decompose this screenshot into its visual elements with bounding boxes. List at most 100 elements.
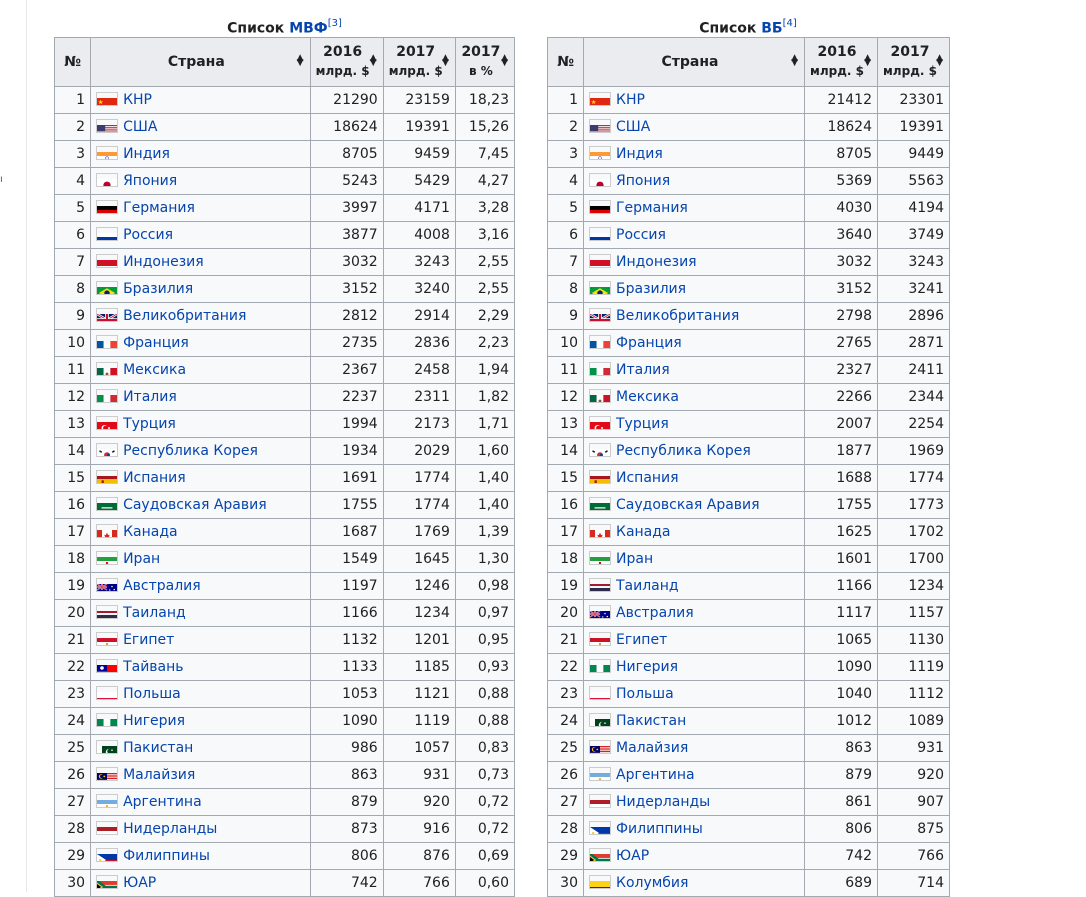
country-link[interactable]: Египет xyxy=(616,632,667,648)
country-link[interactable]: Мексика xyxy=(616,389,679,405)
flag-jp-icon[interactable] xyxy=(589,173,611,187)
country-link[interactable]: КНР xyxy=(123,92,152,108)
country-link[interactable]: Великобритания xyxy=(616,308,739,324)
flag-ng-icon[interactable] xyxy=(589,659,611,673)
country-link[interactable]: Аргентина xyxy=(123,794,202,810)
wb-header-2017[interactable]: 2017млрд. $▲▼ xyxy=(878,38,950,87)
country-link[interactable]: Франция xyxy=(616,335,682,351)
country-link[interactable]: Индонезия xyxy=(616,254,697,270)
flag-ru-icon[interactable] xyxy=(589,227,611,241)
flag-nl-icon[interactable] xyxy=(96,821,118,835)
country-link[interactable]: Нигерия xyxy=(616,659,678,675)
sort-icon[interactable]: ▲▼ xyxy=(864,56,871,66)
wb-header-rank[interactable]: № xyxy=(548,38,584,87)
sort-icon[interactable]: ▲▼ xyxy=(936,56,943,66)
country-link[interactable]: Австралия xyxy=(123,578,201,594)
country-link[interactable]: Индия xyxy=(123,146,170,162)
imf-header-2017-pct[interactable]: 2017в %▲▼ xyxy=(455,38,514,87)
imf-header-rank[interactable]: № xyxy=(55,38,91,87)
flag-pk-icon[interactable] xyxy=(589,713,611,727)
wb-header-country[interactable]: Страна▲▼ xyxy=(584,38,805,87)
country-link[interactable]: Япония xyxy=(616,173,670,189)
country-link[interactable]: Нидерланды xyxy=(616,794,710,810)
flag-de-icon[interactable] xyxy=(96,200,118,214)
flag-de-icon[interactable] xyxy=(589,200,611,214)
flag-kr-icon[interactable] xyxy=(589,443,611,457)
country-link[interactable]: Бразилия xyxy=(616,281,686,297)
country-link[interactable]: Италия xyxy=(123,389,177,405)
imf-caption-link[interactable]: МВФ xyxy=(289,21,328,37)
sort-icon[interactable]: ▲▼ xyxy=(501,56,508,66)
flag-it-icon[interactable] xyxy=(589,362,611,376)
flag-cn-icon[interactable] xyxy=(589,92,611,106)
flag-nl-icon[interactable] xyxy=(589,794,611,808)
flag-sa-icon[interactable] xyxy=(96,497,118,511)
sort-icon[interactable]: ▲▼ xyxy=(791,56,798,66)
country-link[interactable]: США xyxy=(123,119,157,135)
country-link[interactable]: Аргентина xyxy=(616,767,695,783)
flag-mx-icon[interactable] xyxy=(96,362,118,376)
flag-in-icon[interactable] xyxy=(96,146,118,160)
country-link[interactable]: Франция xyxy=(123,335,189,351)
flag-kr-icon[interactable] xyxy=(96,443,118,457)
flag-au-icon[interactable] xyxy=(589,605,611,619)
country-link[interactable]: Иран xyxy=(616,551,653,567)
country-link[interactable]: США xyxy=(616,119,650,135)
country-link[interactable]: Малайзия xyxy=(616,740,688,756)
flag-ph-icon[interactable] xyxy=(96,848,118,862)
country-link[interactable]: Пакистан xyxy=(616,713,686,729)
flag-ca-icon[interactable] xyxy=(589,524,611,538)
country-link[interactable]: Испания xyxy=(616,470,679,486)
country-link[interactable]: Турция xyxy=(616,416,669,432)
flag-it-icon[interactable] xyxy=(96,389,118,403)
country-link[interactable]: Таиланд xyxy=(123,605,186,621)
wb-caption-ref[interactable]: [4] xyxy=(783,18,797,29)
flag-ph-icon[interactable] xyxy=(589,821,611,835)
flag-tr-icon[interactable] xyxy=(96,416,118,430)
country-link[interactable]: Турция xyxy=(123,416,176,432)
country-link[interactable]: Нидерланды xyxy=(123,821,217,837)
country-link[interactable]: КНР xyxy=(616,92,645,108)
flag-ar-icon[interactable] xyxy=(589,767,611,781)
country-link[interactable]: Италия xyxy=(616,362,670,378)
country-link[interactable]: Колумбия xyxy=(616,875,688,891)
flag-au-icon[interactable] xyxy=(96,578,118,592)
country-link[interactable]: Россия xyxy=(616,227,666,243)
flag-mx-icon[interactable] xyxy=(589,389,611,403)
flag-id-icon[interactable] xyxy=(96,254,118,268)
flag-us-icon[interactable] xyxy=(96,119,118,133)
country-link[interactable]: Великобритания xyxy=(123,308,246,324)
flag-br-icon[interactable] xyxy=(589,281,611,295)
flag-us-icon[interactable] xyxy=(589,119,611,133)
flag-ir-icon[interactable] xyxy=(589,551,611,565)
sort-icon[interactable]: ▲▼ xyxy=(442,56,449,66)
flag-ru-icon[interactable] xyxy=(96,227,118,241)
country-link[interactable]: Республика Корея xyxy=(123,443,258,459)
wb-header-2016[interactable]: 2016млрд. $▲▼ xyxy=(805,38,878,87)
flag-my-icon[interactable] xyxy=(96,767,118,781)
country-link[interactable]: Австралия xyxy=(616,605,694,621)
flag-ng-icon[interactable] xyxy=(96,713,118,727)
country-link[interactable]: Япония xyxy=(123,173,177,189)
flag-ca-icon[interactable] xyxy=(96,524,118,538)
country-link[interactable]: Саудовская Аравия xyxy=(616,497,760,513)
wb-caption-link[interactable]: ВБ xyxy=(761,21,782,37)
flag-fr-icon[interactable] xyxy=(589,335,611,349)
flag-jp-icon[interactable] xyxy=(96,173,118,187)
flag-gb-icon[interactable] xyxy=(96,308,118,322)
country-link[interactable]: Канада xyxy=(616,524,671,540)
country-link[interactable]: Польша xyxy=(616,686,674,702)
flag-za-icon[interactable] xyxy=(589,848,611,862)
sort-icon[interactable]: ▲▼ xyxy=(297,56,304,66)
flag-pl-icon[interactable] xyxy=(589,686,611,700)
country-link[interactable]: Саудовская Аравия xyxy=(123,497,267,513)
flag-tr-icon[interactable] xyxy=(589,416,611,430)
country-link[interactable]: Пакистан xyxy=(123,740,193,756)
country-link[interactable]: Малайзия xyxy=(123,767,195,783)
country-link[interactable]: Мексика xyxy=(123,362,186,378)
country-link[interactable]: Индонезия xyxy=(123,254,204,270)
country-link[interactable]: Германия xyxy=(616,200,688,216)
country-link[interactable]: Таиланд xyxy=(616,578,679,594)
flag-in-icon[interactable] xyxy=(589,146,611,160)
imf-caption-ref[interactable]: [3] xyxy=(328,18,342,29)
